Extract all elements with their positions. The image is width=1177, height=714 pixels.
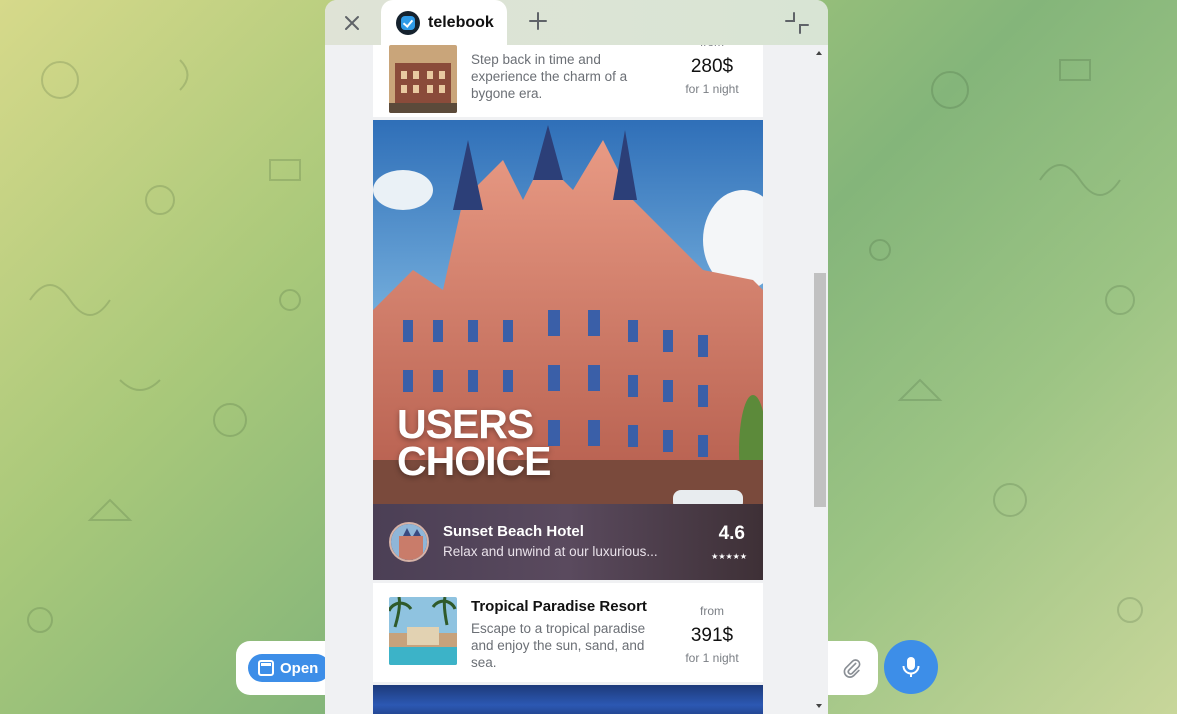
scrollbar-thumb[interactable] — [814, 273, 826, 507]
voice-message-button[interactable] — [884, 640, 938, 694]
hotel-thumbnail — [389, 597, 457, 665]
next-featured-banner[interactable] — [373, 685, 763, 714]
open-app-label: Open — [280, 659, 319, 677]
scroll-up-arrow-icon[interactable] — [816, 51, 822, 55]
featured-hotel-banner[interactable]: USERS CHOICE Sunset Beach Hotel Relax an… — [373, 120, 763, 580]
price-period-label: for 1 night — [685, 651, 739, 665]
users-choice-label: USERS CHOICE — [397, 401, 551, 484]
hotel-card[interactable]: Tropical Paradise Resort Escape to a tro… — [373, 583, 763, 682]
hotel-list: Step back in time and experience the cha… — [373, 45, 763, 714]
app-window-icon — [258, 660, 274, 676]
hotel-title: Tropical Paradise Resort — [471, 598, 647, 615]
featured-hotel-rating: 4.6 — [718, 523, 745, 544]
hotel-price: 391$ — [690, 625, 734, 646]
tab-title: telebook — [428, 13, 494, 31]
price-from-label: from — [700, 604, 724, 618]
featured-hotel-info: Sunset Beach Hotel Relax and unwind at o… — [373, 504, 763, 580]
featured-hotel-description: Relax and unwind at our luxurious... — [443, 544, 658, 559]
featured-hotel-name: Sunset Beach Hotel — [443, 523, 584, 540]
scrollbar[interactable] — [813, 45, 826, 714]
open-app-button[interactable]: Open — [248, 654, 330, 682]
new-tab-button[interactable] — [523, 6, 553, 36]
hotel-description: Step back in time and experience the cha… — [471, 52, 628, 101]
hotel-card[interactable]: Step back in time and experience the cha… — [373, 45, 763, 117]
hotel-thumbnail — [389, 45, 457, 113]
close-icon — [345, 16, 359, 30]
microphone-icon — [902, 657, 920, 677]
price-period-label: for 1 night — [685, 82, 739, 96]
close-button[interactable] — [337, 8, 367, 38]
rating-stars: ★★★★★ — [711, 552, 747, 561]
price-from-label: from — [677, 45, 747, 49]
collapse-button[interactable] — [782, 8, 812, 38]
mini-app-window: telebook Step back in time and experienc… — [325, 0, 828, 714]
attach-button[interactable] — [826, 641, 878, 695]
window-titlebar: telebook — [325, 0, 828, 45]
paperclip-icon — [843, 659, 861, 678]
plus-icon — [529, 12, 547, 30]
tab-telebook[interactable]: telebook — [381, 0, 507, 45]
telebook-logo-icon — [396, 10, 420, 35]
featured-hotel-avatar — [389, 522, 429, 562]
collapse-icon — [785, 12, 809, 34]
hotel-price: 280$ — [690, 56, 734, 77]
scroll-down-arrow-icon[interactable] — [816, 704, 822, 708]
hotel-description: Escape to a tropical paradise and enjoy … — [471, 621, 646, 670]
